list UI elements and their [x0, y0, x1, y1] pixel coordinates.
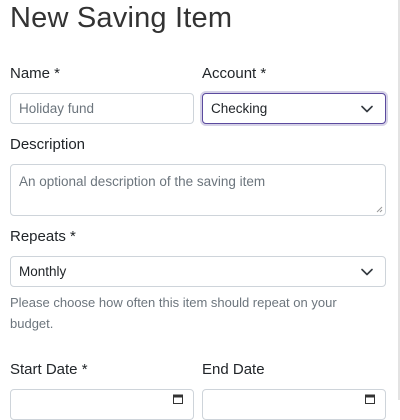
description-placeholder: An optional description of the saving it…: [19, 174, 266, 189]
end-date-label: End Date: [202, 361, 265, 378]
account-label: Account *: [202, 65, 267, 82]
repeats-help-text: Please choose how often this item should…: [10, 295, 337, 331]
repeats-label: Repeats *: [10, 228, 76, 245]
description-textarea[interactable]: An optional description of the saving it…: [10, 164, 386, 216]
description-label: Description: [10, 136, 86, 153]
end-date-input[interactable]: [202, 389, 386, 420]
resize-handle-icon[interactable]: [375, 205, 383, 213]
page-title: New Saving Item: [10, 2, 233, 34]
name-placeholder: Holiday fund: [19, 101, 95, 116]
chevron-down-icon: [361, 268, 373, 275]
start-date-input[interactable]: [10, 389, 194, 420]
calendar-icon[interactable]: [173, 394, 183, 404]
calendar-icon[interactable]: [365, 394, 375, 404]
name-input[interactable]: Holiday fund: [10, 93, 194, 124]
repeats-select[interactable]: Monthly: [10, 256, 386, 287]
account-select[interactable]: Checking: [202, 93, 386, 124]
repeats-selected-value: Monthly: [19, 264, 67, 279]
start-date-label: Start Date *: [10, 361, 88, 378]
chevron-down-icon: [361, 105, 373, 112]
name-label: Name *: [10, 65, 61, 82]
account-selected-value: Checking: [211, 101, 268, 116]
